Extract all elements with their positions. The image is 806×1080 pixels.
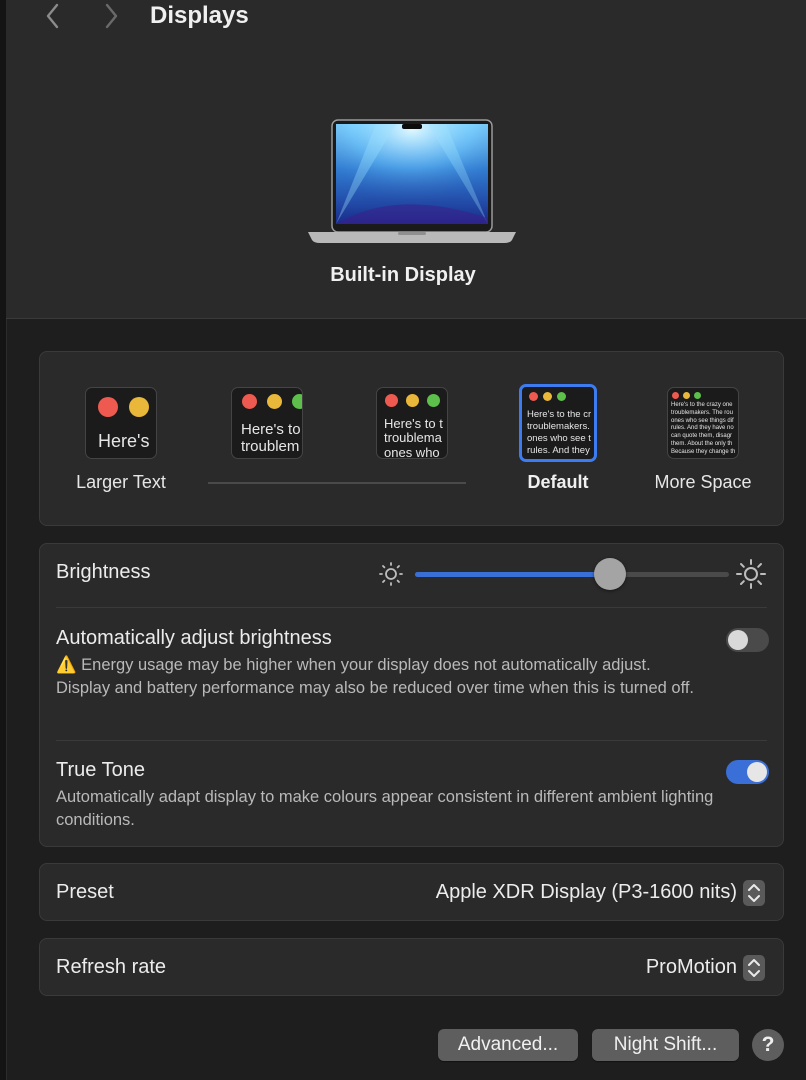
close-dot-icon <box>98 397 118 417</box>
minimize-dot-icon <box>543 392 552 401</box>
refresh-rate-stepper[interactable] <box>743 955 765 981</box>
forward-button[interactable] <box>96 0 126 34</box>
refresh-rate-select[interactable]: ProMotion <box>646 956 737 979</box>
preset-label: Preset <box>56 881 114 903</box>
warning-icon: ⚠️ <box>56 656 77 674</box>
auto-brightness-warning: ⚠️ Energy usage may be higher when your … <box>56 656 695 697</box>
resolution-option-3[interactable]: Here's to t troublema ones who <box>337 352 487 527</box>
preset-stepper[interactable] <box>743 880 765 906</box>
auto-brightness-toggle[interactable] <box>726 628 769 652</box>
brightness-slider[interactable] <box>415 558 729 590</box>
laptop-icon <box>308 119 516 243</box>
display-name: Built-in Display <box>330 264 476 286</box>
minimize-dot-icon <box>406 394 419 407</box>
night-shift-button[interactable]: Night Shift... <box>592 1029 739 1061</box>
resolution-preview: Here's <box>85 387 157 459</box>
page-title: Displays <box>150 2 249 29</box>
sun-small-icon <box>379 562 403 586</box>
true-tone-label: True Tone <box>56 759 145 781</box>
brightness-slider-knob[interactable] <box>593 558 626 590</box>
brightness-slider-fill <box>415 572 610 577</box>
zoom-dot-icon <box>292 394 302 409</box>
brightness-label: Brightness <box>56 561 151 583</box>
zoom-dot-icon <box>694 392 701 399</box>
zoom-dot-icon <box>557 392 566 401</box>
minimize-dot-icon <box>129 397 149 417</box>
divider <box>56 740 767 741</box>
preview-text: Here's to the cr troublemakers. ones who… <box>527 409 592 456</box>
preset-select[interactable]: Apple XDR Display (P3-1600 nits) <box>436 881 737 904</box>
resolution-preview: Here's to t troublema ones who <box>376 387 448 459</box>
preview-text: Here's to the crazy one troublemakers. T… <box>671 402 736 455</box>
preset-panel: Preset Apple XDR Display (P3-1600 nits) <box>39 863 784 921</box>
resolution-option-default[interactable]: Here's to the cr troublemakers. ones who… <box>483 352 633 527</box>
up-down-chevron-icon <box>748 884 760 902</box>
true-tone-description: Automatically adapt display to make colo… <box>56 788 714 829</box>
back-button[interactable] <box>38 0 68 34</box>
chevron-left-icon <box>46 3 59 29</box>
auto-brightness-label: Automatically adjust brightness <box>56 627 332 649</box>
refresh-rate-label: Refresh rate <box>56 956 167 978</box>
resolution-panel: Here's Larger Text Here's to troublem He… <box>39 351 784 526</box>
close-dot-icon <box>672 392 679 399</box>
minimize-dot-icon <box>267 394 282 409</box>
resolution-label: More Space <box>654 472 752 492</box>
up-down-chevron-icon <box>748 959 760 977</box>
close-dot-icon <box>529 392 538 401</box>
resolution-option-2[interactable]: Here's to troublem <box>192 352 342 527</box>
divider <box>56 607 767 608</box>
resolution-preview: Here's to troublem <box>231 387 303 459</box>
chevron-right-icon <box>105 3 118 29</box>
advanced-button[interactable]: Advanced... <box>438 1029 578 1061</box>
display-header: Displays Built-in Display <box>6 0 806 319</box>
resolution-label: Larger Text <box>76 472 166 492</box>
true-tone-toggle[interactable] <box>726 760 769 784</box>
help-button[interactable]: ? <box>752 1029 784 1061</box>
minimize-dot-icon <box>683 392 690 399</box>
sun-large-icon <box>736 559 766 589</box>
resolution-label: Default <box>527 472 589 492</box>
refresh-rate-panel: Refresh rate ProMotion <box>39 938 784 996</box>
brightness-panel: Brightness Automatically adjust brightne… <box>39 543 784 847</box>
zoom-dot-icon <box>427 394 440 407</box>
preview-text: Here's to troublem <box>241 421 301 455</box>
preview-text: Here's to t troublema ones who <box>384 416 443 459</box>
resolution-preview-selected: Here's to the cr troublemakers. ones who… <box>519 384 597 462</box>
close-dot-icon <box>385 394 398 407</box>
preview-text: Here's <box>98 431 150 451</box>
close-dot-icon <box>242 394 257 409</box>
resolution-preview: Here's to the crazy one troublemakers. T… <box>667 387 739 459</box>
resolution-option-more-space[interactable]: Here's to the crazy one troublemakers. T… <box>628 352 778 527</box>
resolution-option-larger-text[interactable]: Here's Larger Text <box>46 352 196 527</box>
